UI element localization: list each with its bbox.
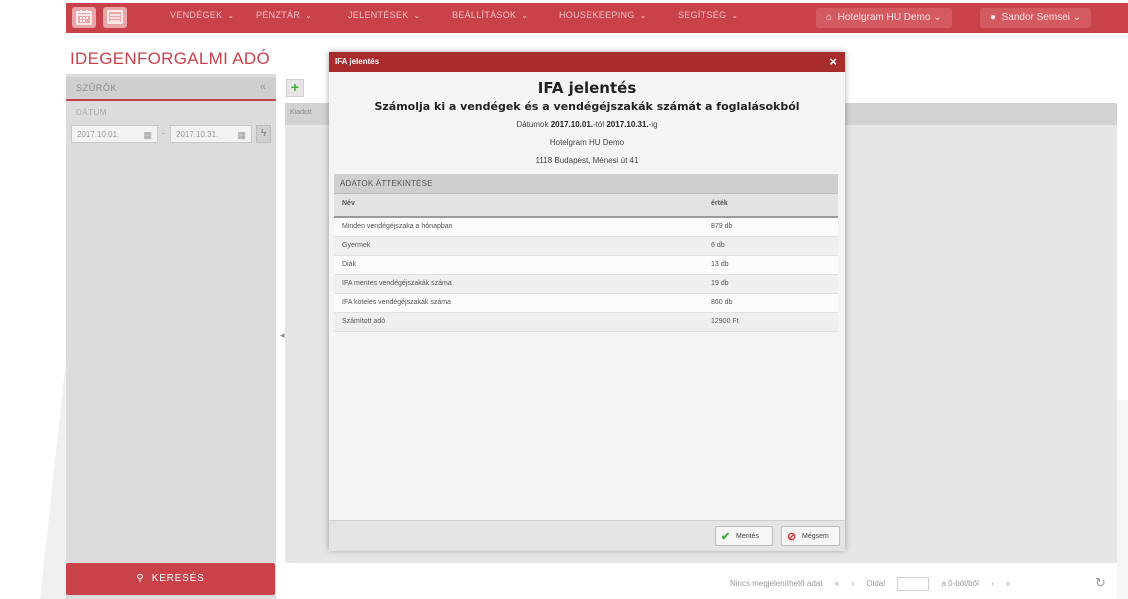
filters-header: SZŰRŐK « [66, 77, 276, 101]
sidebar-collapse-handle[interactable]: ◂ [280, 330, 285, 341]
nav-item-penztar[interactable]: PÉNZTÁR ⌄ [256, 10, 312, 20]
chevron-down-icon: ⌄ [639, 11, 647, 20]
add-button[interactable]: + [286, 79, 304, 97]
last-page-button[interactable]: » [1006, 579, 1010, 588]
chevron-down-icon: ⌄ [413, 11, 421, 20]
date-to-field[interactable]: 2017.10.31. ▦ [170, 125, 252, 143]
chevron-down-icon: ⌄ [1072, 12, 1082, 23]
home-icon: ⌂ [826, 12, 833, 23]
user-icon: ● [990, 12, 997, 23]
nav-item-housekeeping[interactable]: HOUSEKEEPING ⌄ [559, 10, 647, 20]
ifa-report-modal: IFA jelentés × IFA jelentés Számolja ki … [329, 52, 845, 551]
report-address: 1118 Budapest, Ménesi út 41 [535, 156, 639, 165]
page-count: a 0-ból/ből [941, 579, 979, 589]
hotel-selector[interactable]: ⌂ Hotelgram HU Demo ⌄ [816, 8, 952, 28]
nav-item-vendegek[interactable]: VENDÉGEK ⌄ [170, 10, 234, 20]
report-rows: Minden vendégéjszaka a hónapban 879 db Gy… [334, 218, 838, 332]
refresh-icon[interactable]: ↻ [1095, 575, 1106, 591]
page-title: IDEGENFORGALMI ADÓ [70, 49, 270, 68]
page-label: Oldal [866, 579, 886, 589]
first-page-button[interactable]: « [835, 579, 839, 588]
page-input[interactable] [897, 577, 930, 591]
chevron-down-icon: ⌄ [305, 11, 313, 20]
date-from-value: 2017.10.01. [77, 130, 120, 139]
table-row: IFA mentes vendégéjszakák száma 19 db [334, 275, 838, 294]
save-button[interactable]: ✔ Mentés [715, 526, 773, 546]
table-row: Gyermek 6 db [334, 237, 838, 256]
table-header: Név érték [334, 194, 838, 218]
user-menu[interactable]: ● Sandor Semsei ⌄ [980, 8, 1092, 28]
prev-page-button[interactable]: ‹ [851, 579, 854, 588]
cancel-icon: ⊘ [787, 531, 797, 543]
calendar-icon[interactable]: ▦ [237, 126, 246, 144]
calendar-icon[interactable] [72, 7, 96, 28]
panel-title: ADATOK ÁTTEKINTÉSE [340, 179, 433, 188]
chevron-down-icon: ⌄ [521, 11, 529, 20]
nav-item-jelentesek[interactable]: JELENTÉSEK ⌄ [348, 10, 421, 20]
lightning-icon[interactable]: ϟ [256, 125, 271, 143]
list-view-icon[interactable] [103, 7, 127, 28]
close-icon[interactable]: × [829, 54, 837, 69]
chevron-down-icon: ⌄ [933, 12, 942, 23]
chevron-down-icon: ⌄ [227, 11, 235, 20]
date-from-field[interactable]: 2017.10.01. ▦ [71, 125, 158, 143]
search-label: KERESÉS [151, 573, 205, 584]
no-data-text: Nincs megjeleníthető adat [730, 579, 823, 589]
report-title: IFA jelentés [537, 79, 637, 97]
report-hotel: Hotelgram HU Demo [549, 138, 625, 147]
pagination: Nincs megjeleníthető adat « ‹ Oldal a 0-… [730, 577, 1020, 591]
chevron-down-icon: ⌄ [731, 11, 739, 20]
modal-footer: ✔ Mentés ⊘ Mégsem [329, 520, 845, 551]
date-to-value: 2017.10.31. [176, 130, 219, 139]
column-header-value: érték [711, 200, 728, 207]
date-separator: - [162, 128, 165, 138]
collapse-icon[interactable]: « [260, 81, 266, 93]
nav-item-segitseg[interactable]: SEGÍTSÉG ⌄ [678, 10, 738, 20]
filters-label: SZŰRŐK [76, 83, 118, 93]
check-icon: ✔ [721, 531, 731, 543]
date-label: DÁTUM [76, 108, 107, 117]
modal-title-bar: IFA jelentés × [329, 52, 845, 72]
search-button[interactable]: ⚲ KERESÉS [66, 563, 275, 595]
hotel-name: Hotelgram HU Demo [837, 12, 931, 23]
data-overview-panel: ADATOK ÁTTEKINTÉSE Név érték Minden vend… [334, 174, 838, 332]
top-navigation-bar: VENDÉGEK ⌄ PÉNZTÁR ⌄ JELENTÉSEK ⌄ BEÁLLÍTÁS… [66, 3, 1128, 33]
table-row: Számított adó 12900 Ft [334, 313, 838, 332]
search-icon: ⚲ [136, 573, 145, 584]
table-row: IFA köteles vendégéjszakák száma 860 db [334, 294, 838, 313]
modal-bar-title: IFA jelentés [335, 57, 380, 66]
column-header-kiadott[interactable]: Kiadott [290, 109, 312, 116]
nav-item-beallitasok[interactable]: BEÁLLÍTÁSOK ⌄ [452, 10, 528, 20]
calendar-icon[interactable]: ▦ [143, 126, 152, 144]
column-header-name: Név [342, 200, 355, 207]
next-page-button[interactable]: › [991, 579, 994, 588]
report-subtitle: Számolja ki a vendégek és a vendégéjszak… [374, 100, 800, 113]
filter-sidebar: SZŰRŐK « DÁTUM 2017.10.01. ▦ - 2017.10.3… [66, 74, 276, 599]
save-label: Mentés [736, 533, 759, 540]
table-row: Minden vendégéjszaka a hónapban 879 db [334, 218, 838, 237]
user-name: Sandor Semsei [1001, 12, 1070, 23]
report-date-range: Dátumok 2017.10.01.-tól 2017.10.31.-ig [516, 120, 658, 129]
cancel-button[interactable]: ⊘ Mégsem [781, 526, 840, 546]
panel-header: ADATOK ÁTTEKINTÉSE [334, 174, 838, 194]
table-row: Diák 13 db [334, 256, 838, 275]
cancel-label: Mégsem [802, 533, 829, 540]
